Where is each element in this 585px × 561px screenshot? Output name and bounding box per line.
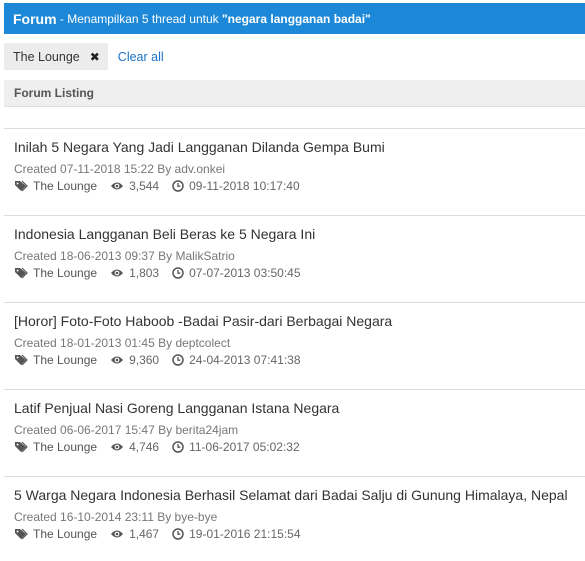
filter-chip-forum: The Lounge ✖ [4, 43, 108, 70]
thread-item: 5 Warga Negara Indonesia Berhasil Selama… [4, 476, 585, 561]
active-filters: The Lounge ✖ Clear all [4, 43, 164, 70]
clock-icon [172, 528, 184, 540]
thread-stats: The Lounge 3,544 09-11-2018 10:17:40 [14, 179, 585, 193]
forum-listing-title: Forum Listing [14, 86, 94, 100]
clock-icon [172, 180, 184, 192]
tag-icon [14, 267, 28, 279]
thread-view-count: 4,746 [129, 440, 160, 454]
thread-last-post-time: 07-07-2013 03:50:45 [189, 266, 301, 280]
search-results-page: Forum - Menampilkan 5 thread untuk "nega… [0, 0, 585, 561]
thread-forum-link[interactable]: The Lounge [33, 179, 97, 193]
thread-item: Inilah 5 Negara Yang Jadi Langganan Dila… [4, 128, 585, 215]
clock-icon [172, 441, 184, 453]
thread-view-count: 3,544 [129, 179, 160, 193]
clock-icon [172, 354, 184, 366]
thread-item: Latif Penjual Nasi Goreng Langganan Ista… [4, 389, 585, 476]
thread-last-post-time: 11-06-2017 05:02:32 [189, 440, 300, 454]
thread-last-post-time: 19-01-2016 21:15:54 [189, 527, 301, 541]
clear-all-link[interactable]: Clear all [118, 50, 164, 64]
thread-created-info: Created 16-10-2014 23:11 By bye-bye [14, 510, 218, 524]
thread-title-link[interactable]: [Horor] Foto-Foto Haboob -Badai Pasir-da… [14, 313, 585, 330]
search-header: Forum - Menampilkan 5 thread untuk "nega… [4, 3, 585, 34]
header-title: Forum [13, 10, 57, 27]
thread-created-info: Created 06-06-2017 15:47 By berita24jam [14, 423, 239, 437]
header-query: "negara langganan badai" [221, 11, 371, 26]
tag-icon [14, 528, 28, 540]
thread-created-info: Created 18-01-2013 01:45 By deptcolect [14, 336, 231, 350]
thread-list: Inilah 5 Negara Yang Jadi Langganan Dila… [4, 128, 585, 561]
thread-item: [Horor] Foto-Foto Haboob -Badai Pasir-da… [4, 302, 585, 389]
thread-item: Indonesia Langganan Beli Beras ke 5 Nega… [4, 215, 585, 302]
thread-forum-link[interactable]: The Lounge [33, 527, 97, 541]
eye-icon [110, 180, 124, 192]
tag-icon [14, 354, 28, 366]
thread-forum-link[interactable]: The Lounge [33, 266, 97, 280]
thread-title-link[interactable]: 5 Warga Negara Indonesia Berhasil Selama… [14, 487, 585, 504]
thread-forum-link[interactable]: The Lounge [33, 353, 97, 367]
thread-stats: The Lounge 1,467 19-01-2016 21:15:54 [14, 527, 585, 541]
eye-icon [110, 354, 124, 366]
thread-title-link[interactable]: Inilah 5 Negara Yang Jadi Langganan Dila… [14, 139, 585, 156]
clock-icon [172, 267, 184, 279]
thread-title-link[interactable]: Indonesia Langganan Beli Beras ke 5 Nega… [14, 226, 585, 243]
thread-view-count: 1,803 [129, 266, 160, 280]
thread-view-count: 1,467 [129, 527, 160, 541]
thread-view-count: 9,360 [129, 353, 160, 367]
eye-icon [110, 441, 124, 453]
header-description: - Menampilkan 5 thread untuk [56, 11, 222, 26]
eye-icon [110, 267, 124, 279]
thread-stats: The Lounge 4,746 11-06-2017 05:02:32 [14, 440, 585, 454]
eye-icon [110, 528, 124, 540]
filter-chip-label: The Lounge [13, 49, 80, 64]
thread-stats: The Lounge 9,360 24-04-2013 07:41:38 [14, 353, 585, 367]
tag-icon [14, 441, 28, 453]
thread-created-info: Created 18-06-2013 09:37 By MalikSatrio [14, 249, 235, 263]
tag-icon [14, 180, 28, 192]
close-icon[interactable]: ✖ [90, 50, 100, 64]
thread-last-post-time: 24-04-2013 07:41:38 [189, 353, 301, 367]
thread-title-link[interactable]: Latif Penjual Nasi Goreng Langganan Ista… [14, 400, 585, 417]
thread-forum-link[interactable]: The Lounge [33, 440, 97, 454]
forum-listing-header: Forum Listing [4, 80, 585, 107]
thread-last-post-time: 09-11-2018 10:17:40 [189, 179, 300, 193]
thread-created-info: Created 07-11-2018 15:22 By adv.onkei [14, 162, 226, 176]
thread-stats: The Lounge 1,803 07-07-2013 03:50:45 [14, 266, 585, 280]
